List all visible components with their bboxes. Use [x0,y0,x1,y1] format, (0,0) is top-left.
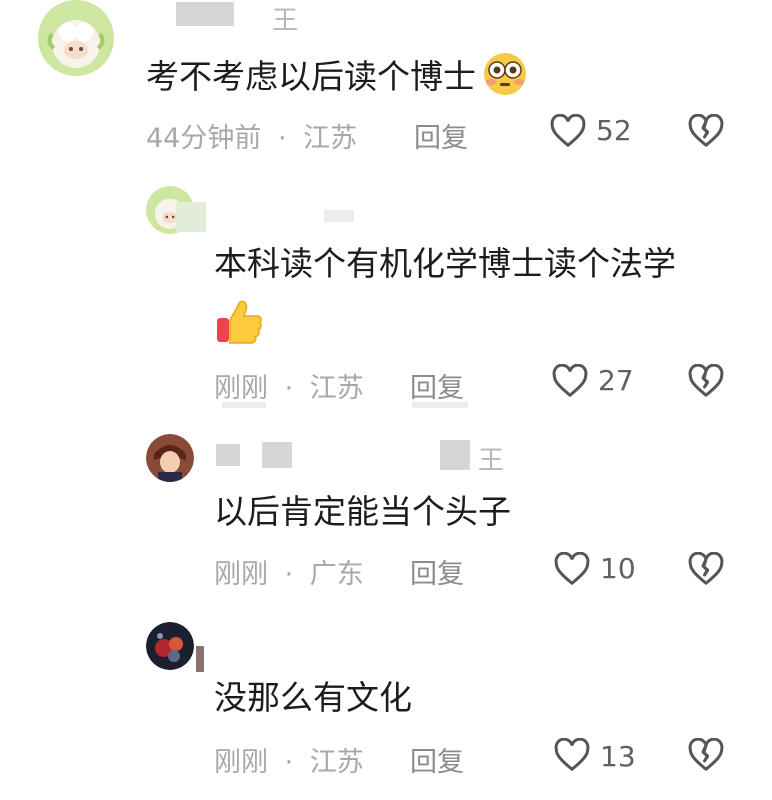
comment-item: 王 考不考虑以后读个博士 44分钟前 · 江苏 回复 52 [0,0,772,170]
comment-meta: 44分钟前 · 江苏 [146,116,357,155]
comment-meta: 刚刚 · 江苏 [214,366,364,405]
location: 江苏 [309,373,364,404]
like-button[interactable] [554,738,590,772]
author-name-redacted [176,202,206,232]
dislike-button[interactable] [688,364,724,398]
comment-text: 以后肯定能当个头子 [214,492,511,531]
dislike-button[interactable] [688,738,724,772]
author-name-redacted [176,2,234,26]
comment-text: 没那么有文化 [214,678,412,717]
timestamp: 刚刚 [214,747,268,778]
like-count: 10 [600,552,636,585]
like-button[interactable] [552,364,588,398]
comment-meta: 刚刚 · 广东 [214,552,364,591]
reply-item: 没那么有文化 刚刚 · 江苏 回复 13 [0,618,772,800]
divider-smudge [222,402,266,408]
dislike-button[interactable] [688,552,724,586]
reply-item: 王 以后肯定能当个头子 刚刚 · 广东 回复 10 [0,430,772,600]
timestamp: 刚刚 [214,559,268,590]
dislike-button[interactable] [688,114,724,148]
like-count: 52 [596,114,632,147]
heart-icon [550,114,586,148]
separator: · [284,559,294,590]
comment-text: 本科读个有机化学博士读个法学 [214,244,676,283]
separator: · [284,747,294,778]
like-button[interactable] [554,552,590,586]
timestamp: 44分钟前 [146,123,262,154]
avatar[interactable] [146,622,194,670]
broken-heart-icon [688,552,724,585]
avatar[interactable] [146,434,194,482]
flushed-face-icon [478,52,532,96]
location: 江苏 [303,123,358,154]
author-name-redacted [262,442,292,468]
heart-icon [552,364,588,398]
author-name[interactable]: 王 [272,0,298,37]
author-name-redacted [196,646,204,672]
separator: · [284,373,294,404]
comment-meta: 刚刚 · 江苏 [214,740,364,779]
location: 江苏 [309,747,364,778]
divider-smudge [412,402,468,408]
author-name-redacted [324,210,354,222]
broken-heart-icon [688,738,724,771]
like-count: 27 [598,364,634,397]
location: 广东 [309,559,364,590]
reply-item: 本科读个有机化学博士读个法学 刚刚 · 江苏 回复 27 [0,180,772,410]
broken-heart-icon [688,114,724,147]
reply-button[interactable]: 回复 [410,552,464,591]
author-name-redacted [216,444,240,466]
like-button[interactable] [550,114,586,148]
heart-icon [554,738,590,772]
reply-button[interactable]: 回复 [414,116,468,155]
reply-button[interactable]: 回复 [410,740,464,779]
reply-button[interactable]: 回复 [410,366,464,405]
comment-text: 考不考虑以后读个博士 [146,52,532,99]
avatar[interactable] [38,0,114,76]
author-name-redacted [440,440,470,470]
author-name[interactable]: 王 [478,440,504,477]
timestamp: 刚刚 [214,373,268,404]
heart-icon [554,552,590,586]
separator: · [277,123,287,154]
like-count: 13 [600,740,636,773]
thumbs-up-icon [214,296,264,346]
broken-heart-icon [688,364,724,397]
